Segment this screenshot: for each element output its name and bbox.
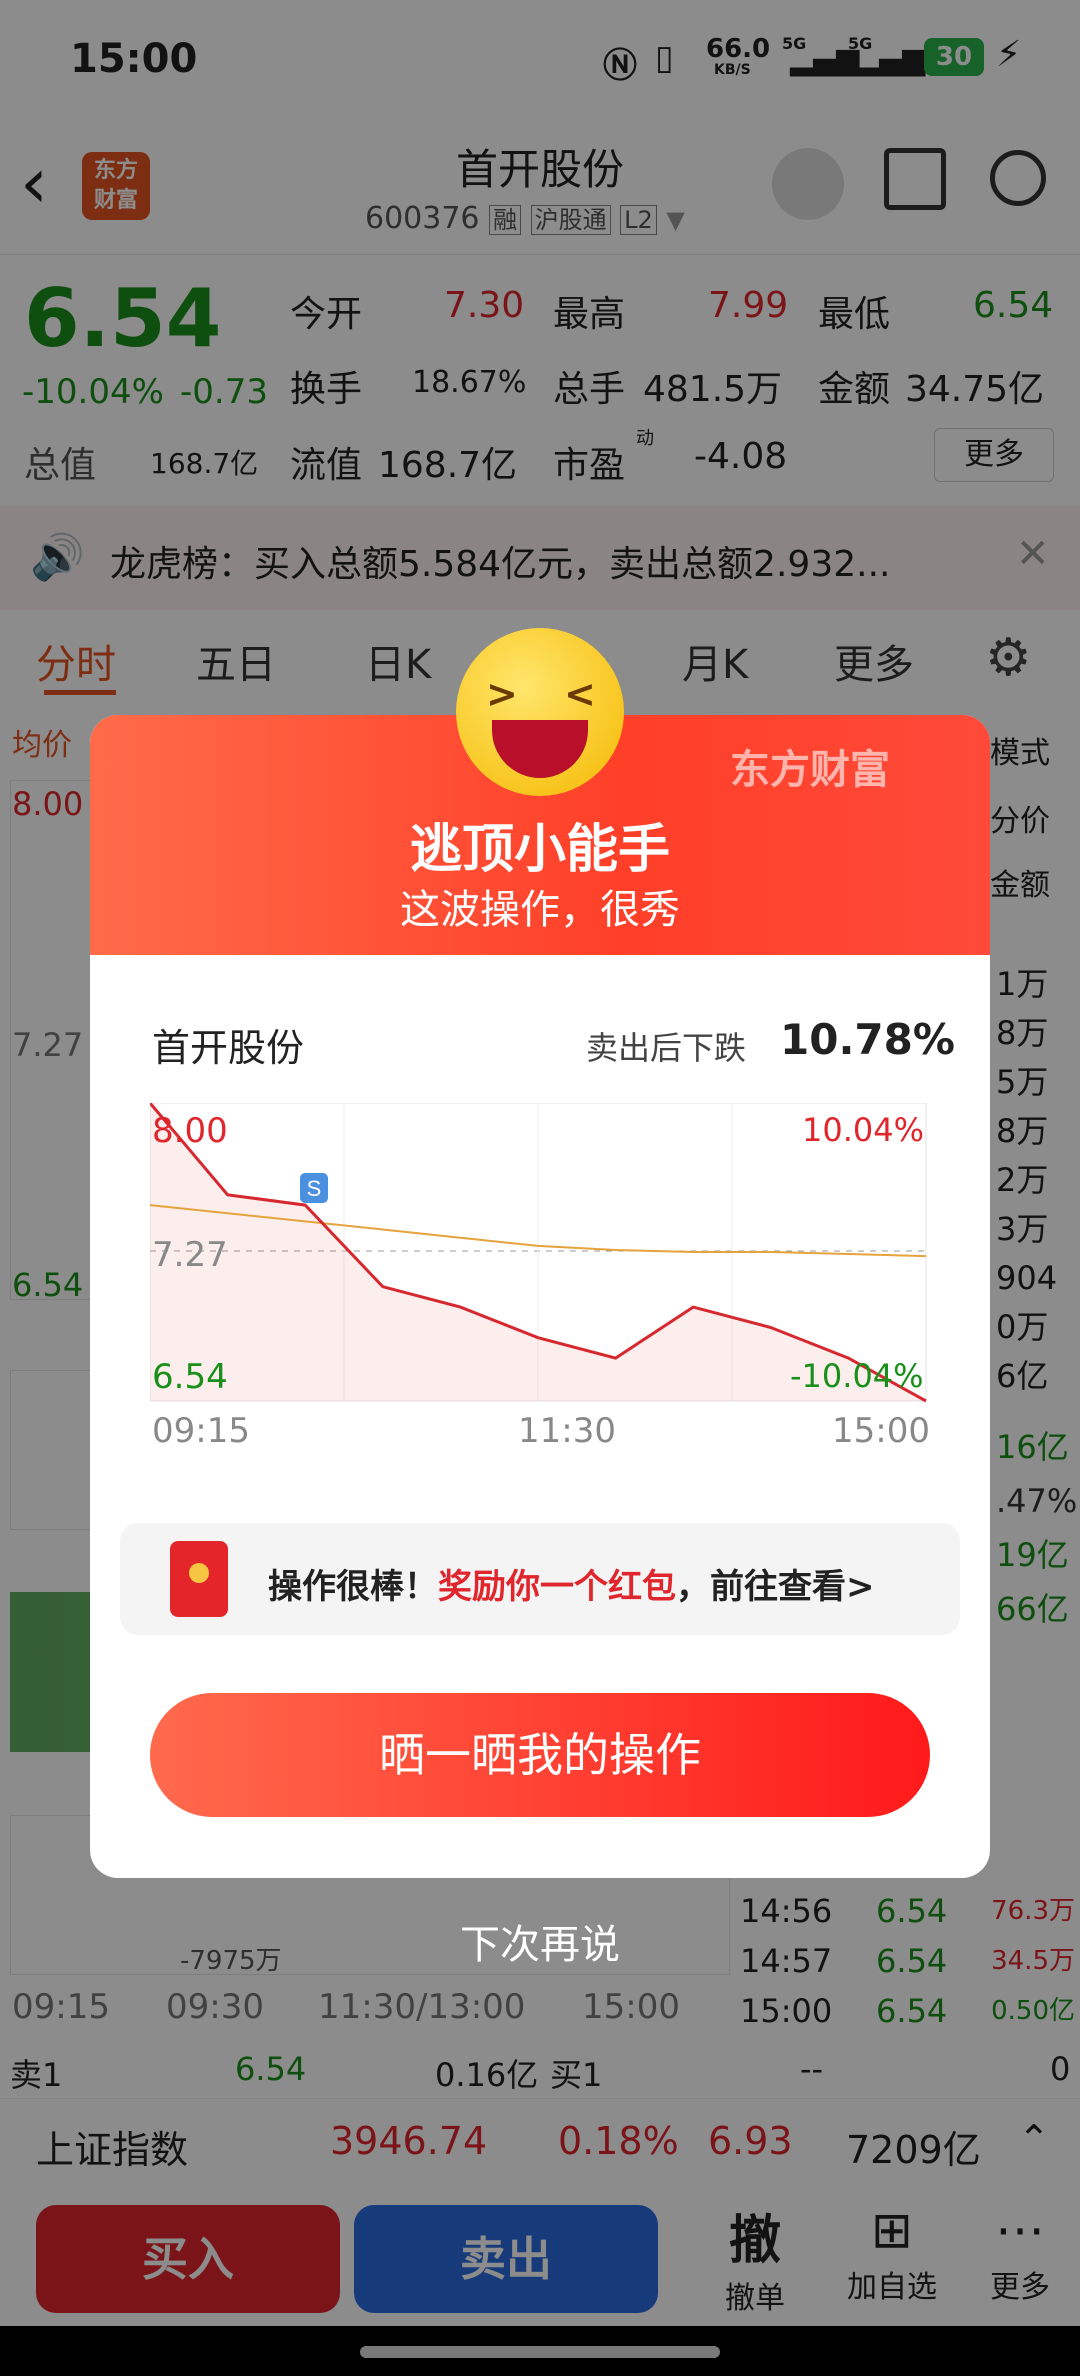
- eye-left: >: [486, 672, 518, 716]
- chart-time-mid: 11:30: [518, 1411, 616, 1451]
- chart-pct-low: -10.04%: [790, 1357, 924, 1395]
- envelope-seal: [189, 1563, 209, 1583]
- brand-watermark: 东方财富: [730, 747, 890, 793]
- red-packet-banner[interactable]: 操作很棒！奖励你一个红包，前往查看>: [120, 1523, 960, 1635]
- drop-value: 10.78%: [780, 1015, 955, 1064]
- laughing-face-icon: > <: [456, 628, 624, 796]
- share-operation-button[interactable]: 晒一晒我的操作: [150, 1693, 930, 1817]
- reward-prefix: 操作很棒！: [268, 1567, 438, 1607]
- mouth: [492, 720, 588, 778]
- drop-label: 卖出后下跌: [586, 1029, 747, 1067]
- chart-price-top: 8.00: [152, 1111, 228, 1151]
- chart-time-start: 09:15: [152, 1411, 250, 1451]
- reward-highlight: 奖励你一个红包: [438, 1567, 676, 1607]
- modal-subtitle: 这波操作，很秀: [400, 887, 680, 933]
- sell-marker-label: S: [307, 1176, 322, 1201]
- modal-stock-name: 首开股份: [152, 1026, 305, 1070]
- eye-right: <: [564, 672, 596, 716]
- achievement-modal: 东方财富 逃顶小能手 这波操作，很秀 首开股份 卖出后下跌 10.78% S 8…: [90, 715, 990, 1878]
- modal-title: 逃顶小能手: [409, 820, 670, 880]
- chart-time-end: 15:00: [832, 1411, 930, 1451]
- chart-pct-top: 10.04%: [802, 1111, 925, 1149]
- dismiss-link[interactable]: 下次再说: [0, 1912, 1080, 1970]
- chart-price-low: 6.54: [152, 1357, 228, 1397]
- reward-text: 操作很棒！奖励你一个红包，前往查看>: [268, 1559, 875, 1608]
- reward-suffix: ，前往查看>: [676, 1567, 875, 1607]
- red-envelope-icon: [170, 1541, 228, 1617]
- chart-price-mid: 7.27: [152, 1235, 228, 1275]
